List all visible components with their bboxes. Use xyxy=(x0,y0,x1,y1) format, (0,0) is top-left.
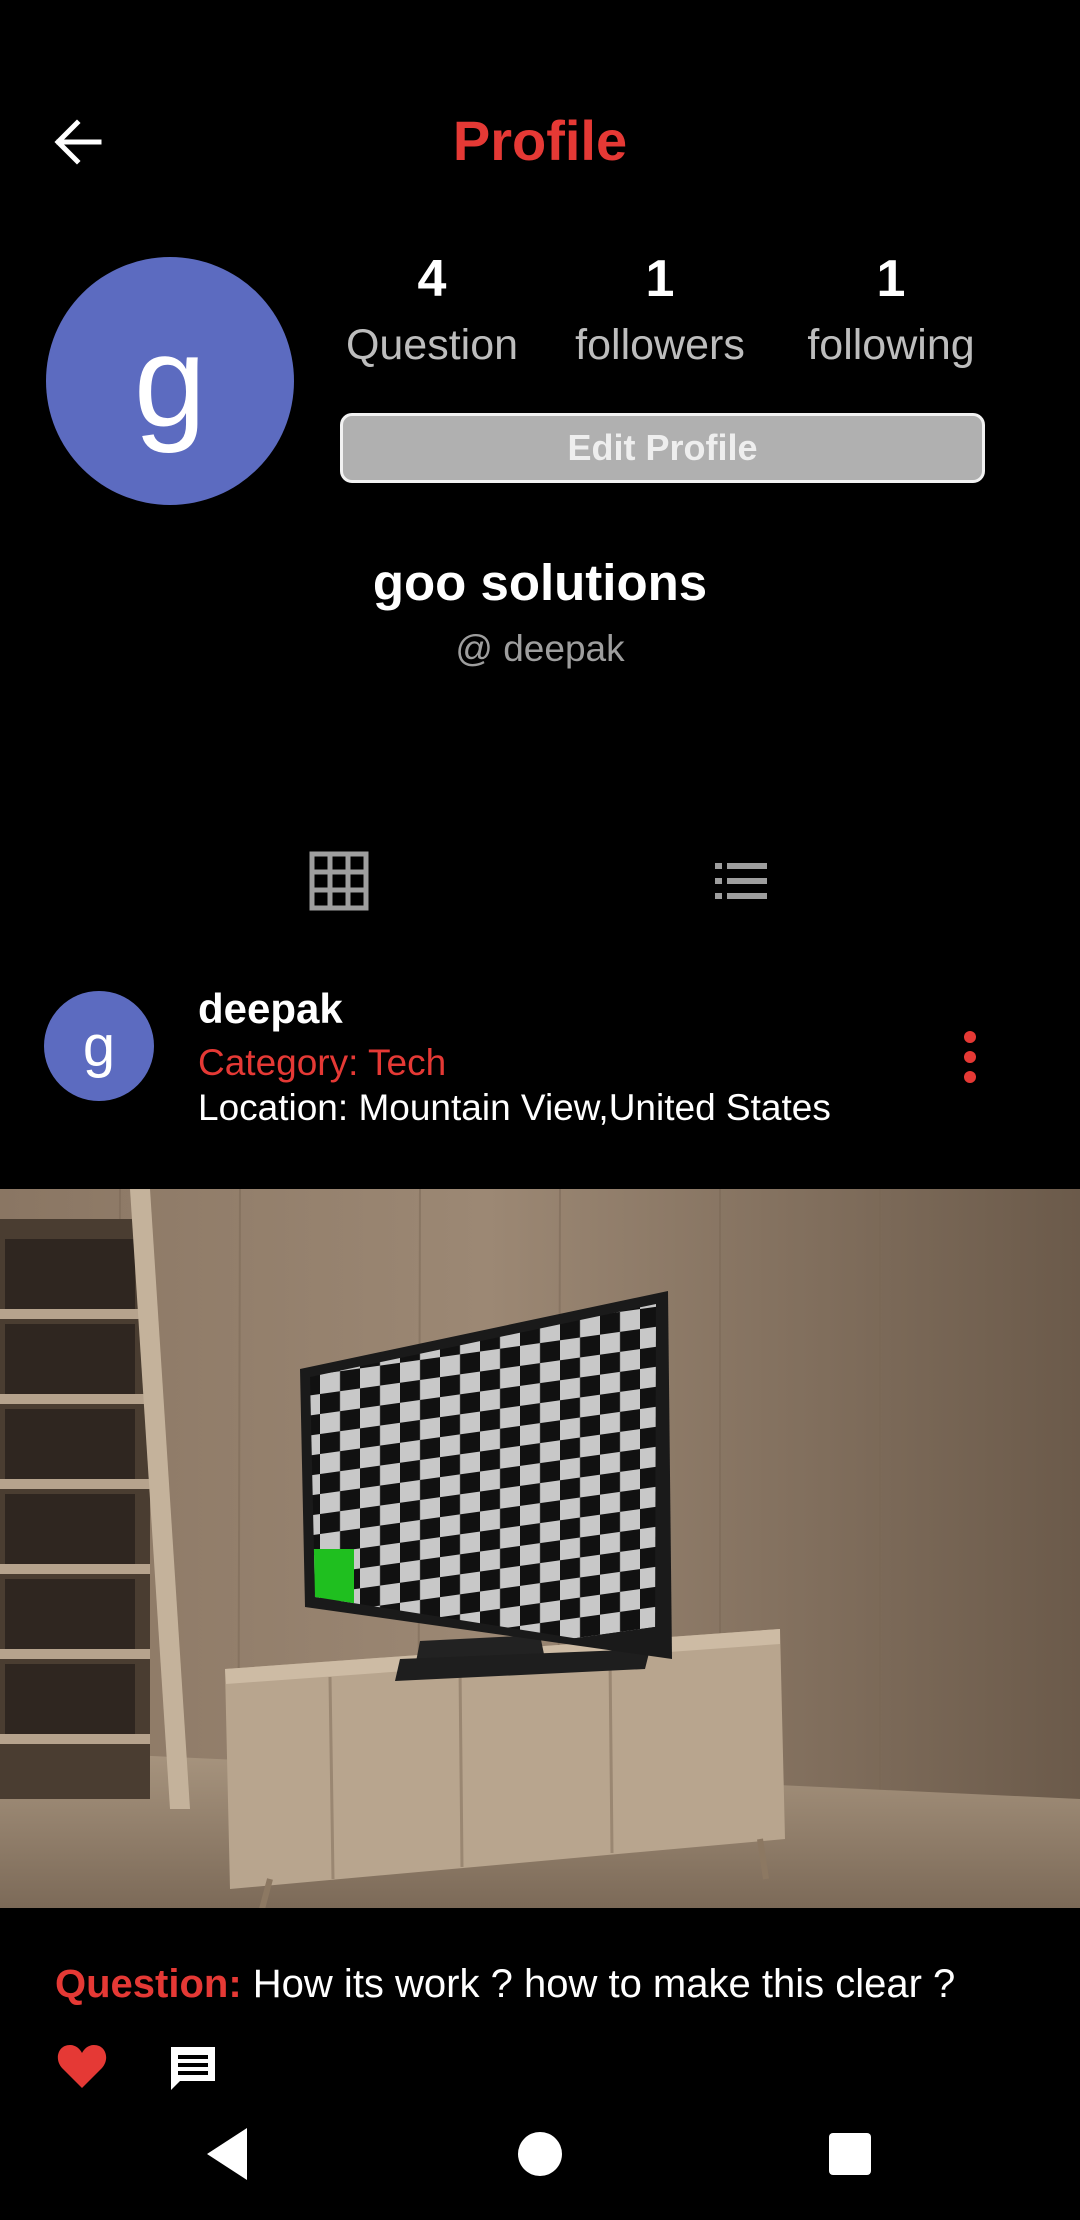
page-title: Profile xyxy=(452,109,628,172)
like-button[interactable] xyxy=(56,2042,108,2090)
more-vert-icon xyxy=(964,1031,976,1083)
triangle-back-icon xyxy=(207,2128,247,2180)
stat-value: 4 xyxy=(417,250,447,308)
system-recents-button[interactable] xyxy=(829,2133,871,2175)
comment-button[interactable] xyxy=(168,2044,218,2094)
post-category: Category: Tech xyxy=(198,1042,447,1083)
stat-value: 1 xyxy=(876,250,906,308)
post-question: Question: How its work ? how to make thi… xyxy=(55,1962,955,2007)
display-name: goo solutions xyxy=(372,554,708,611)
stat-label: following xyxy=(807,321,975,369)
comment-icon xyxy=(171,2047,215,2090)
grid-icon xyxy=(309,851,369,911)
heart-icon xyxy=(57,2045,107,2088)
stat-value: 1 xyxy=(645,250,675,308)
system-home-button[interactable] xyxy=(518,2132,562,2176)
tv-room-photo xyxy=(0,1189,1080,1908)
tab-grid-view[interactable] xyxy=(309,851,369,911)
edit-profile-button[interactable]: Edit Profile xyxy=(340,413,985,483)
post-image[interactable] xyxy=(0,1189,1080,1908)
post-author-avatar[interactable]: g xyxy=(44,991,154,1101)
list-icon xyxy=(715,863,767,899)
stat-followers[interactable]: 1 followers xyxy=(550,245,770,375)
system-back-button[interactable] xyxy=(203,2126,253,2182)
stat-label: Question xyxy=(345,321,519,369)
post-location: Location: Mountain View,United States xyxy=(198,1087,831,1128)
profile-avatar[interactable]: g xyxy=(46,257,294,505)
stat-questions[interactable]: 4 Question xyxy=(322,245,542,375)
post-author-name[interactable]: deepak xyxy=(198,985,343,1033)
more-options-button[interactable] xyxy=(950,1030,990,1084)
tab-list-view[interactable] xyxy=(713,855,769,907)
question-text: How its work ? how to make this clear ? xyxy=(252,1962,956,2006)
username-handle: @ deepak xyxy=(455,628,625,669)
stat-label: followers xyxy=(575,321,745,369)
stat-following[interactable]: 1 following xyxy=(781,245,1001,375)
question-label: Question: xyxy=(55,1962,242,2006)
